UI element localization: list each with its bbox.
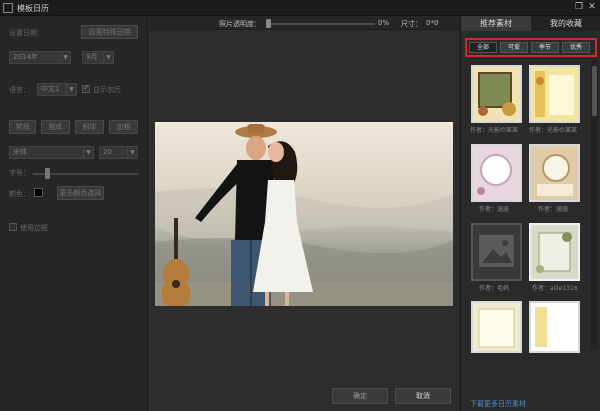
- filter-group: 全部 可爱 季节 优秀: [465, 38, 597, 57]
- style-italic-button[interactable]: 斜体: [75, 120, 104, 134]
- language-select[interactable]: 中文1 ▼: [37, 83, 77, 96]
- scrollbar[interactable]: [591, 60, 598, 350]
- download-more-link[interactable]: 下载更多日历素材: [470, 399, 526, 409]
- chevron-down-icon: ▼: [83, 147, 93, 158]
- calendar-thumbnail[interactable]: [529, 144, 580, 202]
- template-preview-image: [537, 154, 573, 196]
- year-select[interactable]: 2014年 ▼: [9, 51, 71, 64]
- thumbnail-author: 作者：涵涵: [479, 206, 510, 213]
- filter-excellent[interactable]: 优秀: [562, 42, 590, 53]
- calendar-thumbnail[interactable]: [471, 65, 522, 123]
- font-size-label: 字号：: [9, 169, 30, 177]
- language-value: 中文1: [41, 85, 60, 93]
- font-size-slider-thumb[interactable]: [45, 168, 50, 179]
- confirm-button[interactable]: 确定: [332, 388, 388, 404]
- thumbnail-author: 作者：光影の某某: [529, 127, 578, 134]
- template-preview-image: [478, 308, 515, 348]
- calendar-thumbnail[interactable]: [471, 144, 522, 202]
- settings-panel: 设置日期： 设置特殊日期 2014年 ▼ 9月 ▼ 语言： 中文1 ▼ 显示农历…: [0, 16, 148, 411]
- calendar-thumbnail[interactable]: [471, 301, 522, 353]
- calendar-thumbnail[interactable]: [529, 65, 580, 123]
- thumbnail-author: 作者：涵涵: [538, 206, 569, 213]
- chevron-down-icon: ▼: [127, 147, 137, 158]
- cancel-button[interactable]: 取消: [395, 388, 451, 404]
- restore-icon[interactable]: ❐: [574, 2, 584, 12]
- template-preview-image: [535, 71, 574, 117]
- language-label: 语言：: [9, 86, 30, 94]
- chevron-down-icon: ▼: [60, 52, 70, 63]
- show-lunar-checkbox[interactable]: [82, 83, 90, 93]
- size-value: 0*0: [426, 19, 439, 27]
- window-title: 模板日历: [17, 4, 49, 13]
- set-special-date-button[interactable]: 设置特殊日期: [81, 25, 138, 39]
- preview-area: 照片透明度： 0% 尺寸： 0*0 确定 取消: [149, 16, 460, 411]
- show-lunar-label: 显示农历: [93, 86, 121, 94]
- color-swatch[interactable]: [34, 188, 43, 197]
- chevron-down-icon: ▼: [66, 84, 76, 95]
- photo-preview[interactable]: [155, 122, 453, 306]
- chevron-down-icon: ▼: [103, 52, 113, 63]
- style-heavy-button[interactable]: 加粗: [109, 120, 138, 134]
- thumbnail-author: 作者：ailie1316: [532, 285, 578, 292]
- month-value: 9月: [86, 53, 98, 61]
- materials-panel: 推荐素材 我的收藏 全部 可爱 季节 优秀 作者：光影の某某 作者：光影の某某 …: [460, 16, 600, 411]
- size-select[interactable]: 20 ▼: [99, 146, 138, 159]
- calendar-app-icon: [3, 3, 13, 13]
- couple-photo: [155, 122, 453, 306]
- tab-recommended[interactable]: 推荐素材: [461, 16, 531, 31]
- style-regular-button[interactable]: 常规: [9, 120, 36, 134]
- month-select[interactable]: 9月 ▼: [82, 51, 114, 64]
- calendar-thumbnail[interactable]: [529, 223, 580, 281]
- filter-season[interactable]: 季节: [531, 42, 559, 53]
- year-value: 2014年: [13, 53, 38, 61]
- opacity-slider-track[interactable]: [268, 23, 375, 25]
- template-preview-image: [478, 72, 516, 116]
- filter-all[interactable]: 全部: [469, 42, 497, 53]
- use-border-label: 使用边框: [20, 224, 48, 232]
- opacity-label: 照片透明度：: [219, 20, 261, 28]
- more-colors-button[interactable]: 更多颜色选择: [57, 186, 104, 200]
- template-preview-image: [477, 154, 512, 195]
- font-select[interactable]: 宋体 ▼: [9, 146, 94, 159]
- font-value: 宋体: [13, 148, 27, 156]
- close-icon[interactable]: ✕: [587, 2, 597, 12]
- use-border-checkbox[interactable]: [9, 223, 17, 231]
- calendar-thumbnail[interactable]: [529, 301, 580, 353]
- opacity-value: 0%: [378, 19, 390, 27]
- image-placeholder-icon: [479, 235, 514, 267]
- scrollbar-thumb[interactable]: [592, 66, 597, 116]
- date-label: 设置日期：: [9, 29, 44, 37]
- calendar-thumbnail[interactable]: [471, 223, 522, 281]
- opacity-slider-thumb[interactable]: [266, 19, 271, 28]
- thumbnail-author: 作者：光影の某某: [470, 127, 519, 134]
- style-bold-button[interactable]: 粗体: [41, 120, 70, 134]
- tab-favorites[interactable]: 我的收藏: [531, 16, 600, 31]
- template-preview-image: [536, 232, 572, 273]
- size-label: 尺寸：: [401, 20, 422, 28]
- opacity-toolbar: 照片透明度： 0% 尺寸： 0*0: [149, 16, 460, 30]
- title-bar: 模板日历 ❐ ✕: [0, 0, 600, 16]
- color-label: 颜色：: [9, 190, 30, 198]
- size-value: 20: [103, 148, 112, 156]
- template-preview-image: [535, 307, 547, 347]
- filter-cute[interactable]: 可爱: [500, 42, 528, 53]
- thumbnail-author: 作者：毛妈: [479, 285, 510, 292]
